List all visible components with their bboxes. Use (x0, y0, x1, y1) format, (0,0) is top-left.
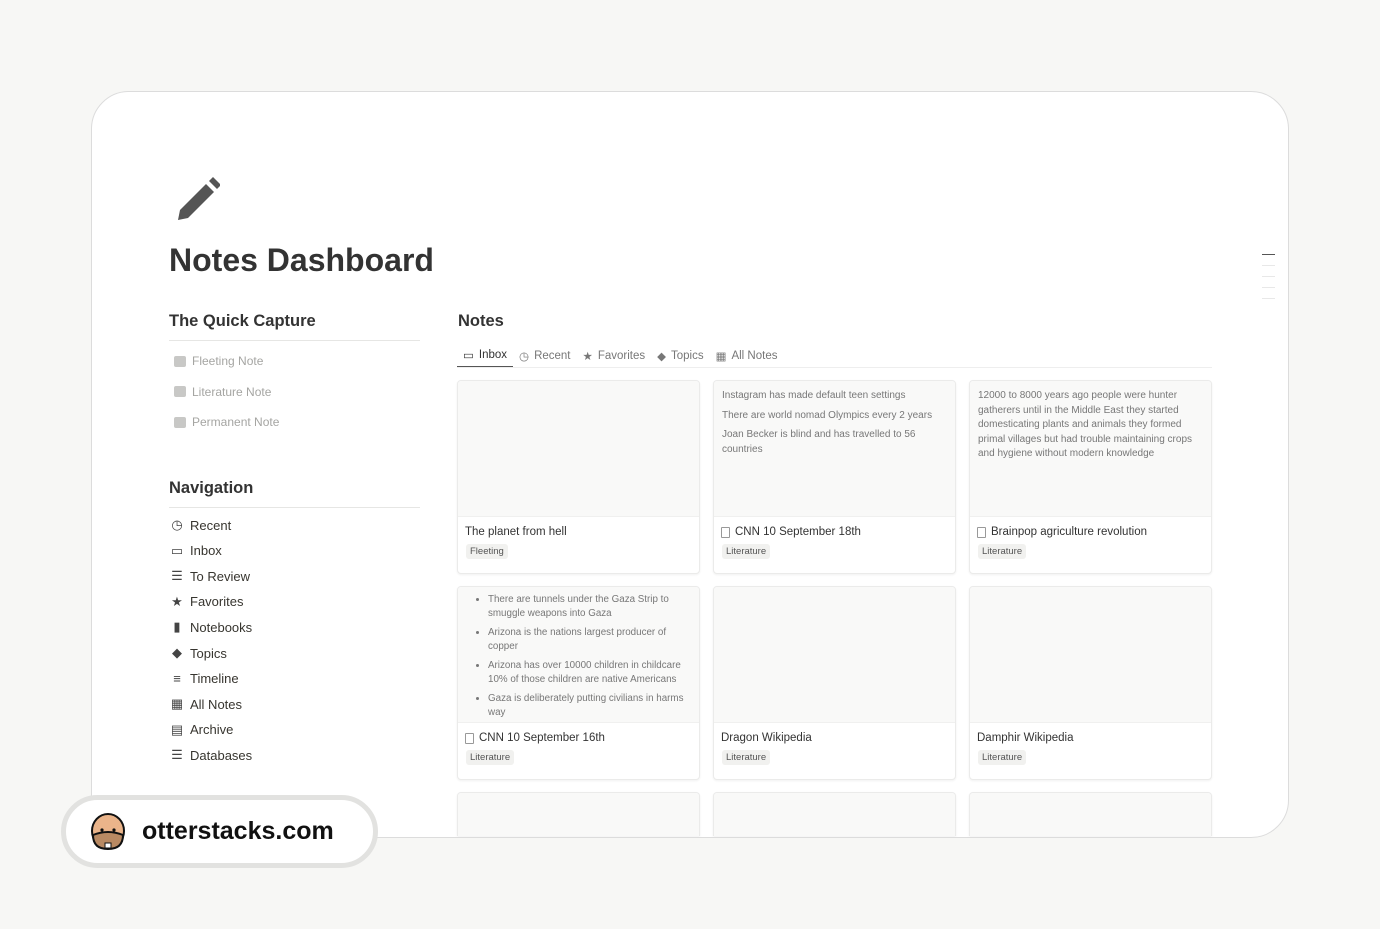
note-title[interactable]: Damphir Wikipedia (970, 723, 1211, 744)
note-title[interactable]: CNN 10 September 16th (458, 723, 699, 744)
note-card[interactable] (713, 792, 956, 836)
notes-tabs: ▭ Inbox ◷ Recent ★ Favorites ◆ Topics ▦ All Notes (457, 344, 783, 368)
archive-icon: ▤ (170, 721, 184, 737)
notes-icon: ▦ (715, 351, 727, 363)
document-icon (721, 526, 730, 538)
note-preview (458, 381, 699, 517)
tab-all-notes[interactable]: ▦ All Notes (710, 344, 784, 368)
note-preview (970, 793, 1211, 836)
database-icon: ☰ (171, 747, 183, 763)
nav-item-inbox[interactable]: ▭ Inbox (170, 543, 222, 559)
inbox-icon: ▭ (170, 542, 184, 558)
nav-item-databases[interactable]: ☰ Databases (170, 747, 252, 763)
note-preview: There are tunnels under the Gaza Strip t… (458, 587, 699, 723)
nav-item-recent[interactable]: ◷ Recent (170, 517, 231, 533)
watermark-text: otterstacks.com (142, 817, 334, 845)
note-preview: Instagram has made default teen settings… (714, 381, 955, 517)
note-icon (174, 416, 186, 428)
nav-item-all-notes[interactable]: ▦ All Notes (170, 696, 242, 712)
nav-item-notebooks[interactable]: ▮ Notebooks (170, 619, 252, 635)
note-tag: Literature (978, 544, 1027, 559)
note-title[interactable]: CNN 10 September 18th (714, 517, 955, 538)
nav-item-timeline[interactable]: ≡ Timeline (170, 670, 238, 686)
note-preview (970, 587, 1211, 723)
quick-capture-fleeting-note[interactable]: Fleeting Note (168, 350, 269, 372)
page-title: Notes Dashboard (169, 242, 434, 278)
note-title[interactable]: Dragon Wikipedia (714, 723, 955, 744)
note-title[interactable]: Brainpop agriculture revolution (970, 517, 1211, 538)
star-icon: ★ (171, 593, 183, 609)
note-card[interactable]: Instagram has made default teen settings… (713, 380, 956, 574)
note-tag: Literature (466, 750, 515, 765)
clock-icon: ◷ (171, 517, 183, 532)
document-icon (465, 732, 474, 744)
note-card[interactable]: There are tunnels under the Gaza Strip t… (457, 586, 700, 780)
note-preview: 12000 to 8000 years ago people were hunt… (970, 381, 1211, 517)
note-card[interactable]: Dragon Wikipedia Literature (713, 586, 956, 780)
note-tag: Literature (722, 544, 771, 559)
note-preview (714, 793, 955, 836)
tab-recent[interactable]: ◷ Recent (513, 344, 576, 368)
star-icon: ★ (582, 351, 593, 363)
nav-item-favorites[interactable]: ★ Favorites (170, 594, 243, 610)
watermark-badge: otterstacks.com (61, 795, 378, 868)
inbox-icon: ▭ (463, 350, 474, 362)
nav-item-archive[interactable]: ▤ Archive (170, 721, 234, 738)
note-tag: Literature (722, 750, 771, 765)
note-card[interactable]: 12000 to 8000 years ago people were hunt… (969, 380, 1212, 574)
timeline-icon: ≡ (173, 670, 181, 686)
tab-inbox[interactable]: ▭ Inbox (457, 344, 514, 368)
otter-icon (91, 812, 125, 850)
quick-capture-heading: The Quick Capture (169, 312, 316, 330)
note-preview (458, 793, 699, 836)
document-icon (977, 526, 986, 538)
tag-icon: ◆ (657, 351, 666, 363)
note-preview (714, 587, 955, 723)
navigation-heading: Navigation (169, 479, 254, 497)
tag-icon: ◆ (172, 645, 182, 660)
tab-topics[interactable]: ◆ Topics (651, 344, 709, 368)
notes-window: Notes Dashboard The Quick Capture Fleeti… (91, 91, 1289, 838)
note-card[interactable]: Damphir Wikipedia Literature (969, 586, 1212, 780)
note-card[interactable]: The planet from hell Fleeting (457, 380, 700, 574)
list-icon: ☰ (171, 568, 183, 584)
nav-item-to-review[interactable]: ☰ To Review (170, 568, 250, 584)
note-tag: Literature (978, 750, 1027, 765)
note-card[interactable] (969, 792, 1212, 836)
note-tag: Fleeting (466, 544, 508, 559)
brain-icon (174, 355, 186, 367)
note-title[interactable]: The planet from hell (458, 517, 699, 538)
book-icon (174, 386, 186, 397)
quick-capture-literature-note[interactable]: Literature Note (168, 381, 277, 403)
notes-heading: Notes (458, 312, 504, 330)
pencil-icon (178, 177, 220, 220)
notebook-icon: ▮ (173, 619, 181, 635)
note-card[interactable] (457, 792, 700, 836)
notes-icon: ▦ (170, 696, 184, 712)
clock-icon: ◷ (519, 351, 530, 363)
tab-favorites[interactable]: ★ Favorites (577, 344, 652, 368)
quick-capture-permanent-note[interactable]: Permanent Note (168, 411, 285, 433)
nav-item-topics[interactable]: ◆ Topics (170, 645, 227, 661)
